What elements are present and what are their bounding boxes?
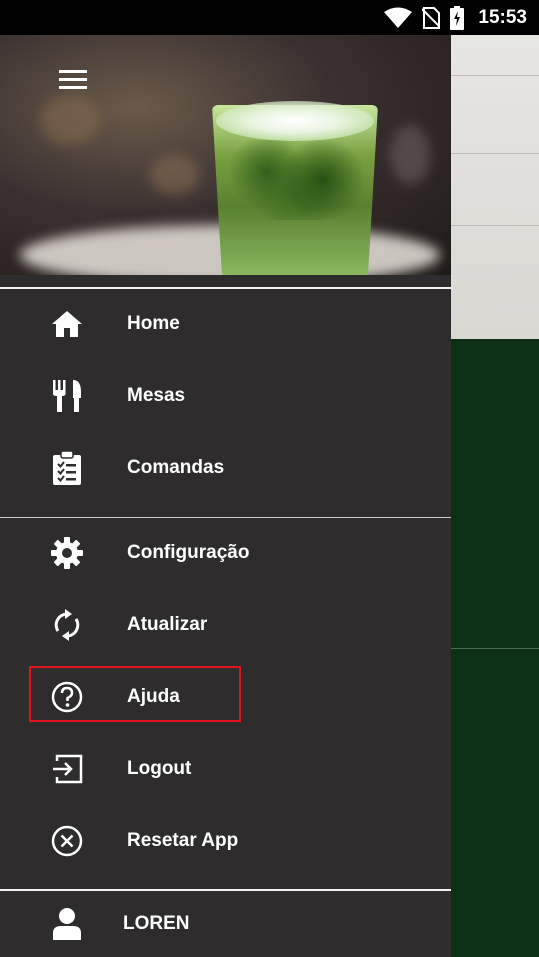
menu-item-ajuda[interactable]: Ajuda bbox=[0, 661, 451, 733]
logout-icon bbox=[49, 751, 85, 787]
hamburger-menu-icon[interactable] bbox=[52, 59, 94, 101]
user-profile-row[interactable]: LOREN bbox=[0, 891, 451, 957]
menu-item-label: Ajuda bbox=[127, 686, 180, 707]
navigation-drawer: Home Mesas Comandas Configuração Atualiz… bbox=[0, 35, 451, 957]
no-sim-icon bbox=[422, 6, 441, 29]
status-icons: 15:53 bbox=[384, 0, 527, 35]
menu-item-label: Home bbox=[127, 313, 180, 334]
background-divider bbox=[451, 648, 539, 649]
status-bar: 15:53 bbox=[0, 0, 539, 35]
menu-item-label: Configuração bbox=[127, 542, 250, 563]
user-icon bbox=[49, 906, 85, 942]
menu-item-label: Comandas bbox=[127, 457, 225, 478]
menu-item-label: Logout bbox=[127, 758, 192, 779]
gear-icon bbox=[49, 535, 85, 571]
home-icon bbox=[49, 306, 85, 342]
menu-item-resetar-app[interactable]: Resetar App bbox=[0, 805, 451, 877]
menu-item-comandas[interactable]: Comandas bbox=[0, 432, 451, 504]
menu-item-label: Mesas bbox=[127, 385, 186, 406]
battery-charging-icon bbox=[450, 5, 465, 30]
drawer-header-image bbox=[0, 35, 451, 275]
menu-item-label: Atualizar bbox=[127, 614, 208, 635]
help-circle-icon bbox=[49, 679, 85, 715]
background-wood-image bbox=[451, 35, 539, 339]
clipboard-checklist-icon bbox=[49, 450, 85, 486]
wifi-icon bbox=[384, 7, 413, 29]
menu-item-logout[interactable]: Logout bbox=[0, 733, 451, 805]
refresh-icon bbox=[49, 607, 85, 643]
menu-item-mesas[interactable]: Mesas bbox=[0, 360, 451, 432]
menu-item-home[interactable]: Home bbox=[0, 288, 451, 360]
user-name: LOREN bbox=[123, 913, 190, 934]
close-circle-icon bbox=[49, 823, 85, 859]
menu-item-label: Resetar App bbox=[127, 830, 239, 851]
status-time: 15:53 bbox=[478, 6, 527, 28]
fork-knife-icon bbox=[49, 378, 85, 414]
menu-item-atualizar[interactable]: Atualizar bbox=[0, 589, 451, 661]
menu-item-configuracao[interactable]: Configuração bbox=[0, 517, 451, 589]
